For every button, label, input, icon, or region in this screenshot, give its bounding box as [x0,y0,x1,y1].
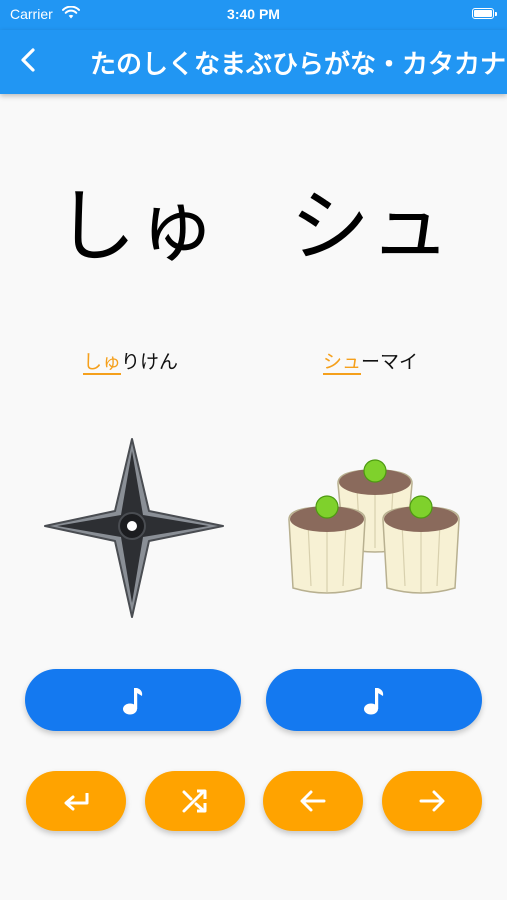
highlighted-syllable: シュ [323,351,362,375]
battery-icon [472,8,497,19]
word-rest: ーマイ [361,351,419,373]
return-button[interactable] [26,771,126,831]
music-note-icon [123,688,143,715]
word-rest: りけん [121,351,179,373]
arrow-left-icon [300,790,326,812]
shuffle-icon [182,789,207,813]
app-title: たのしくなまぶひらがな・カタカナ [90,50,507,80]
arrow-right-icon [419,790,445,812]
play-sound-katakana-button[interactable] [266,669,482,731]
return-icon [64,793,89,811]
clock: 3:40 PM [227,6,280,22]
back-button[interactable] [10,40,50,80]
katakana-character: シュ [290,180,450,273]
music-note-icon [364,688,384,715]
app-bar: たのしくなまぶひらがな・カタカナ [0,30,507,94]
previous-button[interactable] [263,771,363,831]
shumai-illustration[interactable] [283,456,468,600]
hiragana-example-word: しゅりけん [83,347,179,375]
status-bar: Carrier 3:40 PM [0,0,507,30]
hiragana-character: しゅ [56,180,216,273]
katakana-example-word: シューマイ [323,347,419,375]
shuriken-illustration[interactable] [43,437,225,619]
chevron-left-icon [21,48,35,72]
next-button[interactable] [382,771,482,831]
play-sound-hiragana-button[interactable] [25,669,241,731]
highlighted-syllable: しゅ [83,351,122,375]
shuffle-button[interactable] [145,771,245,831]
